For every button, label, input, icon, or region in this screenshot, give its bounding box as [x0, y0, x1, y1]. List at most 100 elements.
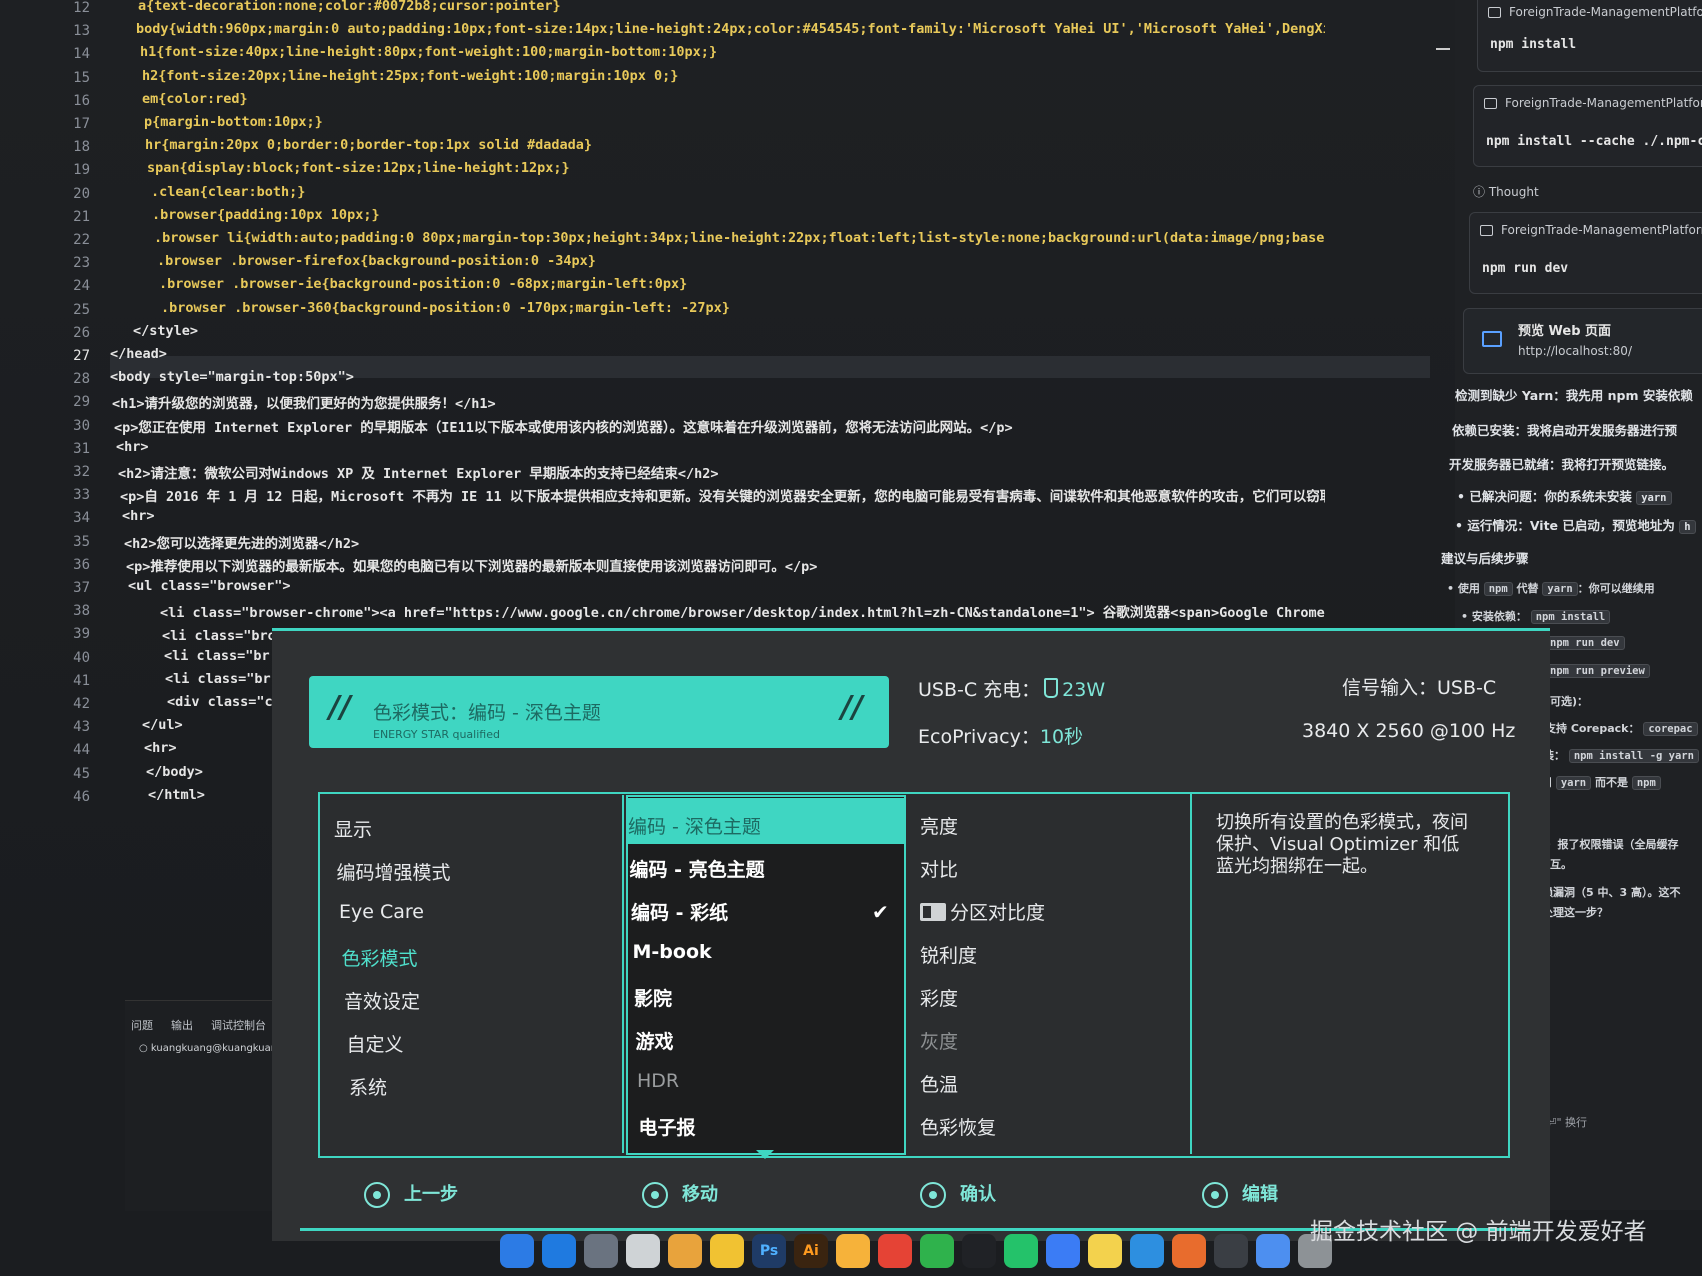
wechat-icon[interactable] — [920, 1234, 954, 1268]
code-line[interactable]: a{text-decoration:none;color:#0072b8;cur… — [138, 0, 561, 14]
tab-debug-console[interactable]: 调试控制台 — [211, 1017, 266, 1033]
line-number: 29 — [73, 394, 90, 411]
menu-item-6[interactable]: 系统 — [349, 1073, 387, 1100]
code-line[interactable]: .browser .browser-360{background-positio… — [161, 300, 730, 316]
tv-icon[interactable] — [1214, 1234, 1248, 1268]
code-line[interactable]: .browser li{width:auto;padding:0 80px;ma… — [154, 230, 1325, 246]
line-number: 32 — [73, 464, 90, 480]
nav-edit-button[interactable]: 编辑 — [1202, 1180, 1278, 1208]
color-mode-option-1[interactable]: 编码 - 亮色主题 — [630, 855, 765, 882]
color-mode-option-4[interactable]: 影院 — [634, 984, 672, 1011]
code-line[interactable]: <li class="br — [165, 671, 271, 687]
adjust-item-2[interactable]: 分区对比度 — [920, 898, 1045, 925]
color-mode-option-2[interactable]: 编码 - 彩纸 — [631, 898, 728, 925]
adjust-item-3[interactable]: 锐利度 — [920, 941, 977, 968]
nav-back-button[interactable]: 上一步 — [364, 1180, 458, 1208]
notes-icon[interactable] — [1088, 1234, 1122, 1268]
terminal-icon — [1484, 98, 1497, 109]
chrome-icon[interactable] — [878, 1234, 912, 1268]
code-line[interactable]: .clean{clear:both;} — [151, 184, 305, 200]
color-mode-banner: // 色彩模式：编码 - 深色主题 ENERGY STAR qualified … — [309, 676, 889, 748]
code-line[interactable]: <p>自 2016 年 1 月 12 日起，Microsoft 不再为 IE 1… — [120, 485, 1325, 505]
color-mode-option-0[interactable]: 编码 - 深色主题 — [628, 812, 761, 839]
sketch-icon[interactable] — [836, 1234, 870, 1268]
code-line[interactable]: </body> — [146, 764, 203, 780]
code-line[interactable]: h2{font-size:20px;line-height:25px;font-… — [142, 68, 678, 84]
adjust-item-7[interactable]: 色彩恢复 — [920, 1113, 996, 1140]
terminal-icon[interactable] — [962, 1234, 996, 1268]
code-line[interactable]: span{display:block;font-size:12px;line-h… — [147, 160, 570, 176]
menu-item-3[interactable]: 色彩模式 — [342, 944, 418, 971]
code-line[interactable]: </html> — [148, 787, 205, 803]
code-line[interactable]: .browser .browser-firefox{background-pos… — [157, 253, 596, 269]
feishu-icon[interactable] — [1046, 1234, 1080, 1268]
color-mode-option-5[interactable]: 游戏 — [636, 1027, 674, 1054]
screenshot-icon[interactable] — [584, 1234, 618, 1268]
code-line[interactable]: body{width:960px;margin:0 auto;padding:1… — [136, 21, 1325, 37]
color-mode-option-7[interactable]: 电子报 — [639, 1113, 696, 1140]
signal-input: 信号输入：USB-C — [1342, 677, 1497, 699]
chatgpt-icon[interactable] — [626, 1234, 660, 1268]
pencil-icon[interactable] — [1172, 1234, 1206, 1268]
tab-output[interactable]: 输出 — [171, 1017, 193, 1033]
preview-web-card[interactable]: 预览 Web 页面 http://localhost:80/ — [1463, 308, 1702, 374]
code-line[interactable]: </style> — [133, 323, 198, 339]
thought-toggle[interactable]: ⓘ Thought — [1473, 183, 1539, 200]
code-line[interactable]: <h1>请升级您的浏览器，以便我们更好的为您提供服务！</h1> — [112, 392, 496, 412]
illustrator-icon[interactable]: Ai — [794, 1234, 828, 1268]
app-store-icon[interactable] — [542, 1234, 576, 1268]
menu-item-4[interactable]: 音效设定 — [344, 987, 420, 1014]
code-line[interactable]: <li class="br — [164, 648, 270, 664]
code-line[interactable]: hr{margin:20px 0;border:0;border-top:1px… — [145, 137, 592, 153]
command-card[interactable]: ForeignTrade-ManagementPlatform npm inst… — [1477, 0, 1702, 72]
menu-item-2[interactable]: Eye Care — [339, 901, 424, 923]
menu-item-0[interactable]: 显示 — [334, 815, 372, 842]
code-line[interactable]: </ul> — [142, 717, 183, 733]
code-line[interactable]: <hr> — [144, 740, 177, 756]
launchpad-icon[interactable] — [668, 1234, 702, 1268]
finder-icon[interactable] — [500, 1234, 534, 1268]
adjust-item-6[interactable]: 色温 — [920, 1070, 958, 1097]
vscode-icon[interactable] — [1130, 1234, 1164, 1268]
photoshop-icon[interactable]: Ps — [752, 1234, 786, 1268]
code-line[interactable]: .browser{padding:10px 10px;} — [152, 207, 380, 223]
menu-item-1[interactable]: 编码增强模式 — [337, 858, 451, 885]
code-line[interactable]: em{color:red} — [142, 91, 248, 107]
mail-icon[interactable] — [1256, 1234, 1290, 1268]
command-card[interactable]: ForeignTrade-ManagementPlatform npm inst… — [1473, 85, 1702, 167]
code-line[interactable]: <body style="margin-top:50px"> — [110, 369, 354, 385]
code-line[interactable]: <hr> — [122, 508, 155, 524]
joystick-icon — [642, 1182, 668, 1208]
code-line[interactable]: <h2>您可以选择更先进的浏览器</h2> — [124, 532, 359, 552]
adjust-item-4[interactable]: 彩度 — [920, 984, 958, 1011]
code-line[interactable]: <hr> — [116, 439, 149, 455]
tab-problems[interactable]: 问题 — [131, 1017, 153, 1033]
code-line[interactable]: <p>推荐使用以下浏览器的最新版本。如果您的电脑已有以下浏览器的最新版本则直接使… — [126, 555, 817, 575]
code-line[interactable]: <ul class="browser"> — [128, 578, 291, 594]
adjust-item-1[interactable]: 对比 — [920, 855, 958, 882]
adjust-item-5[interactable]: 灰度 — [920, 1027, 958, 1054]
code-line[interactable]: p{margin-bottom:10px;} — [144, 114, 323, 130]
code-line[interactable]: h1{font-size:40px;line-height:80px;font-… — [140, 44, 717, 60]
line-number: 25 — [73, 301, 90, 318]
color-mode-option-3[interactable]: M-book — [633, 941, 712, 963]
code-line[interactable]: .browser .browser-ie{background-position… — [159, 276, 687, 292]
menu-item-5[interactable]: 自定义 — [347, 1030, 404, 1057]
line-number: 16 — [73, 92, 90, 109]
code-line[interactable]: <p>您正在使用 Internet Explorer 的早期版本（IE11以下版… — [114, 416, 1013, 436]
color-mode-option-6[interactable]: HDR — [637, 1070, 679, 1092]
code-line[interactable]: <li class="browser-chrome"><a href="http… — [160, 601, 1325, 621]
nav-confirm-button[interactable]: 确认 — [920, 1180, 996, 1208]
photos-icon[interactable] — [710, 1234, 744, 1268]
hbuilder-icon[interactable] — [1004, 1234, 1038, 1268]
preview-url[interactable]: http://localhost:80/ — [1518, 344, 1632, 358]
nav-move-button[interactable]: 移动 — [642, 1180, 718, 1208]
usb-c-charging: USB-C 充电： 23W — [918, 678, 1106, 701]
adjust-item-0[interactable]: 亮度 — [920, 812, 958, 839]
code-line[interactable]: <h2>请注意：微软公司对Windows XP 及 Internet Explo… — [118, 462, 718, 482]
line-number: 23 — [73, 255, 90, 272]
line-number: 43 — [73, 719, 90, 736]
code-line[interactable]: <div class="c — [167, 694, 273, 710]
command-card[interactable]: ForeignTrade-ManagementPlatform npm run … — [1469, 212, 1702, 294]
code-line[interactable]: </head> — [110, 346, 167, 362]
